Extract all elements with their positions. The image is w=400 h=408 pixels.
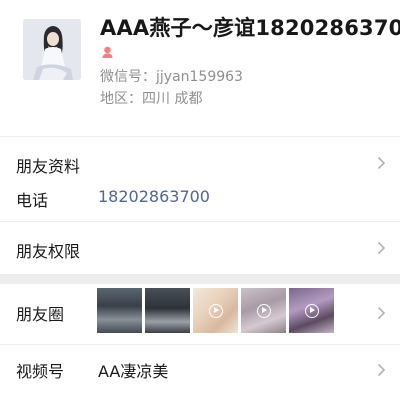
- profile-header: AAA燕子～彦谊18202863700 微信号：jjyan159963 地区：四…: [0, 0, 400, 136]
- play-icon: [208, 303, 223, 318]
- channels-name: AA凄凉美: [98, 362, 169, 381]
- friend-permissions-label: 朋友权限: [16, 242, 81, 261]
- play-icon: [256, 303, 271, 318]
- moments-thumbnails: [97, 288, 334, 333]
- friend-info-row[interactable]: 朋友资料: [0, 136, 400, 181]
- moments-label: 朋友圈: [16, 305, 65, 324]
- avatar[interactable]: [23, 19, 81, 80]
- avatar-photo: [23, 19, 81, 80]
- moments-thumbnail: [97, 288, 142, 333]
- female-icon: [102, 46, 113, 58]
- moments-thumbnail: [145, 288, 190, 333]
- chevron-right-icon: [377, 156, 386, 170]
- phone-row[interactable]: 电话 18202863700: [0, 181, 400, 221]
- contact-name: AAA燕子～彦谊18202863700: [100, 16, 400, 40]
- channels-label: 视频号: [16, 362, 65, 381]
- wechat-id: 微信号：jjyan159963: [100, 69, 243, 85]
- chevron-right-icon: [377, 241, 386, 255]
- moments-thumbnail: [193, 288, 238, 333]
- channels-row[interactable]: 视频号 AA凄凉美: [0, 344, 400, 399]
- moments-row[interactable]: 朋友圈: [0, 284, 400, 344]
- region: 地区：四川 成都: [100, 91, 203, 107]
- friend-info-label: 朋友资料: [16, 157, 81, 176]
- play-icon: [304, 303, 319, 318]
- phone-number[interactable]: 18202863700: [98, 187, 210, 206]
- phone-label: 电话: [16, 191, 49, 210]
- section-separator: [0, 274, 400, 284]
- friend-permissions-row[interactable]: 朋友权限: [0, 221, 400, 274]
- chevron-right-icon: [377, 306, 386, 320]
- chevron-right-icon: [377, 363, 386, 377]
- moments-thumbnail: [289, 288, 334, 333]
- moments-thumbnail: [241, 288, 286, 333]
